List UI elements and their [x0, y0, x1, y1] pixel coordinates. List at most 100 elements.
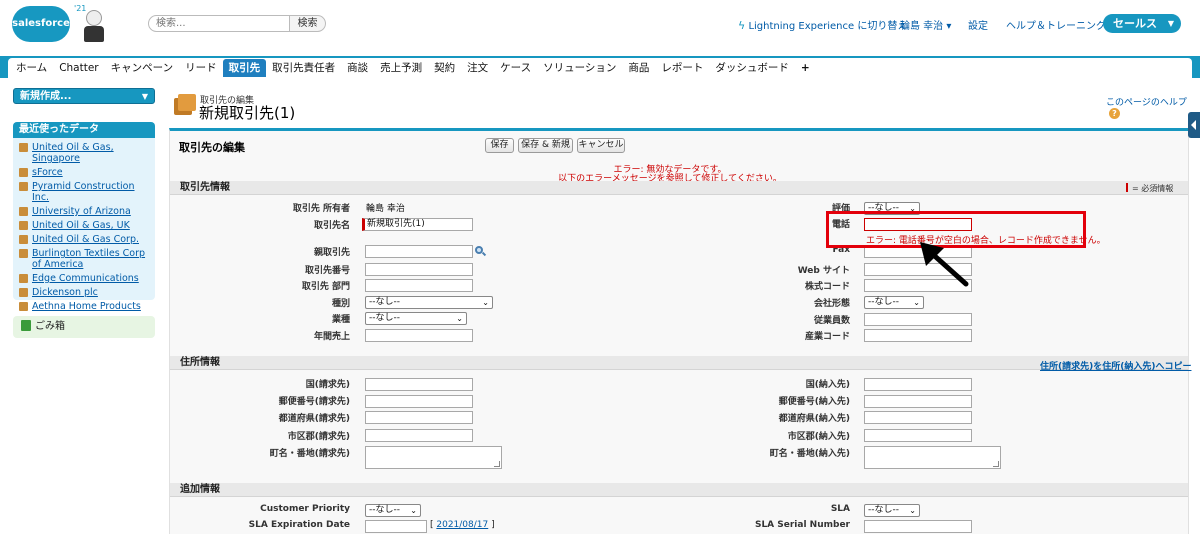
tab-item[interactable]: ダッシュボード [709, 59, 795, 77]
annual-revenue-label: 年間売上 [313, 332, 350, 342]
recent-item[interactable]: United Oil & Gas Corp. [19, 234, 151, 245]
billing-zip-input[interactable] [365, 395, 473, 408]
sic-input[interactable] [864, 329, 972, 342]
tab-item[interactable]: 取引先 [222, 59, 267, 77]
account-name-label: 取引先名 [313, 221, 350, 231]
sla-label: SLA [830, 504, 850, 514]
recent-item[interactable]: United Oil & Gas, UK [19, 220, 151, 231]
recycle-bin-link[interactable]: ごみ箱 [13, 316, 155, 338]
account-site-input[interactable] [365, 279, 473, 292]
recent-item-label: Edge Communications [32, 273, 139, 284]
recent-item[interactable]: Pyramid Construction Inc. [19, 181, 151, 203]
global-header: salesforce '21 検索 ϟ Lightning Experience… [0, 0, 1200, 56]
page-help-link[interactable]: このページのヘルプ? [1106, 95, 1200, 119]
search-input[interactable] [148, 15, 290, 32]
arrow-icon [920, 242, 969, 287]
recent-item[interactable]: United Oil & Gas, Singapore [19, 142, 151, 164]
section-account-info: 取引先情報 [170, 181, 1188, 195]
today-date[interactable]: 2021/08/17 [436, 520, 488, 530]
create-new-dropdown[interactable]: 新規作成... ▼ [13, 88, 155, 104]
recent-item[interactable]: University of Arizona [19, 206, 151, 217]
account-icon [19, 288, 28, 297]
tab-item[interactable]: Chatter [53, 59, 104, 77]
lookup-icon[interactable] [474, 245, 487, 257]
shipping-street-label: 町名・番地(納入先) [769, 449, 850, 459]
customer-priority-select[interactable]: --なし-- ⌄ [365, 504, 421, 517]
billing-street-label: 町名・番地(請求先) [269, 449, 350, 459]
sic-label: 産業コード [804, 332, 850, 342]
tab-item[interactable]: レポート [655, 59, 709, 77]
tab-item[interactable]: ホーム [10, 59, 53, 77]
tab-item[interactable]: 注文 [461, 59, 494, 77]
shipping-country-input[interactable] [864, 378, 972, 391]
annual-revenue-input[interactable] [365, 329, 473, 342]
section-address-info: 住所情報 [170, 356, 1188, 370]
search-button[interactable]: 検索 [290, 15, 326, 32]
chevron-down-icon: ⌄ [913, 298, 920, 307]
recent-item[interactable]: Edge Communications [19, 273, 151, 284]
sla-select[interactable]: --なし-- ⌄ [864, 504, 920, 517]
resize-grip-icon[interactable] [993, 461, 999, 467]
tab-item[interactable]: リード [179, 59, 223, 77]
mascot-logo: '21 [72, 2, 112, 46]
required-legend: = 必須情報 [1126, 183, 1173, 194]
tab-item[interactable]: 売上予測 [374, 59, 428, 77]
recent-item[interactable]: Burlington Textiles Corp of America [19, 248, 151, 270]
billing-street-textarea[interactable] [365, 446, 502, 469]
sla-expiration-input[interactable] [365, 520, 427, 533]
tab-item[interactable]: 契約 [428, 59, 461, 77]
recent-item[interactable]: Aethna Home Products [19, 301, 151, 312]
sla-serial-input[interactable] [864, 520, 972, 533]
switch-lightning-link[interactable]: ϟ Lightning Experience に切り替え [738, 17, 907, 32]
customer-priority-label: Customer Priority [260, 504, 350, 514]
billing-country-input[interactable] [365, 378, 473, 391]
cancel-button[interactable]: キャンセル [577, 138, 625, 153]
user-menu[interactable]: 輪島 幸治 ▾ [900, 17, 951, 32]
salesforce-logo[interactable]: salesforce [12, 6, 70, 42]
shipping-zip-label: 郵便番号(納入先) [778, 397, 850, 407]
type-select[interactable]: --なし-- ⌄ [365, 296, 493, 309]
help-training-link[interactable]: ヘルプ＆トレーニング [1006, 17, 1106, 32]
owner-label: 取引先 所有者 [292, 204, 350, 214]
industry-label: 業種 [331, 315, 350, 325]
account-name-input[interactable]: 新規取引先(1) [362, 218, 473, 231]
recent-item-label: United Oil & Gas, UK [32, 220, 130, 231]
tab-item[interactable]: ソリューション [537, 59, 622, 77]
recent-item[interactable]: sForce [19, 167, 151, 178]
parent-account-input[interactable] [365, 245, 473, 258]
settings-link[interactable]: 設定 [968, 17, 988, 32]
save-button[interactable]: 保存 [485, 138, 514, 153]
billing-state-input[interactable] [365, 411, 473, 424]
recent-item[interactable]: Dickenson plc [19, 287, 151, 298]
tab-item[interactable]: 商談 [341, 59, 374, 77]
app-switcher-button[interactable]: セールス ▼ [1103, 14, 1181, 33]
account-number-input[interactable] [365, 263, 473, 276]
website-label: Web サイト [797, 266, 850, 276]
account-icon [19, 274, 28, 283]
today-date-link: [ 2021/08/17 ] [430, 520, 495, 530]
tab-add[interactable]: + [795, 59, 816, 77]
lightning-bolt-icon: ϟ [738, 19, 746, 32]
collapse-sidebar-handle[interactable] [1188, 112, 1200, 138]
ownership-select[interactable]: --なし-- ⌄ [864, 296, 924, 309]
tab-item[interactable]: ケース [494, 59, 537, 77]
billing-state-label: 都道府県(請求先) [278, 414, 350, 424]
shipping-zip-input[interactable] [864, 395, 972, 408]
shipping-street-textarea[interactable] [864, 446, 1001, 469]
employees-input[interactable] [864, 313, 972, 326]
tab-item[interactable]: 取引先責任者 [266, 59, 341, 77]
recent-item-label: United Oil & Gas, Singapore [32, 142, 114, 164]
shipping-state-label: 都道府県(納入先) [778, 414, 850, 424]
resize-grip-icon[interactable] [494, 461, 500, 467]
chevron-down-icon: ⌄ [456, 314, 463, 323]
save-new-button[interactable]: 保存 & 新規 [518, 138, 573, 153]
shipping-city-input[interactable] [864, 429, 972, 442]
billing-city-input[interactable] [365, 429, 473, 442]
tab-item[interactable]: キャンペーン [105, 59, 179, 77]
shipping-state-input[interactable] [864, 411, 972, 424]
copy-address-link[interactable]: 住所(請求先)を住所(納入先)へコピー [1040, 359, 1191, 372]
industry-select[interactable]: --なし-- ⌄ [365, 312, 467, 325]
account-icon [19, 143, 28, 152]
tab-list: ホーム Chatter キャンペーン リード 取引先 取引先責任者 商談 売上予測 契約 注文 ケー… [8, 58, 1192, 78]
tab-item[interactable]: 商品 [622, 59, 655, 77]
